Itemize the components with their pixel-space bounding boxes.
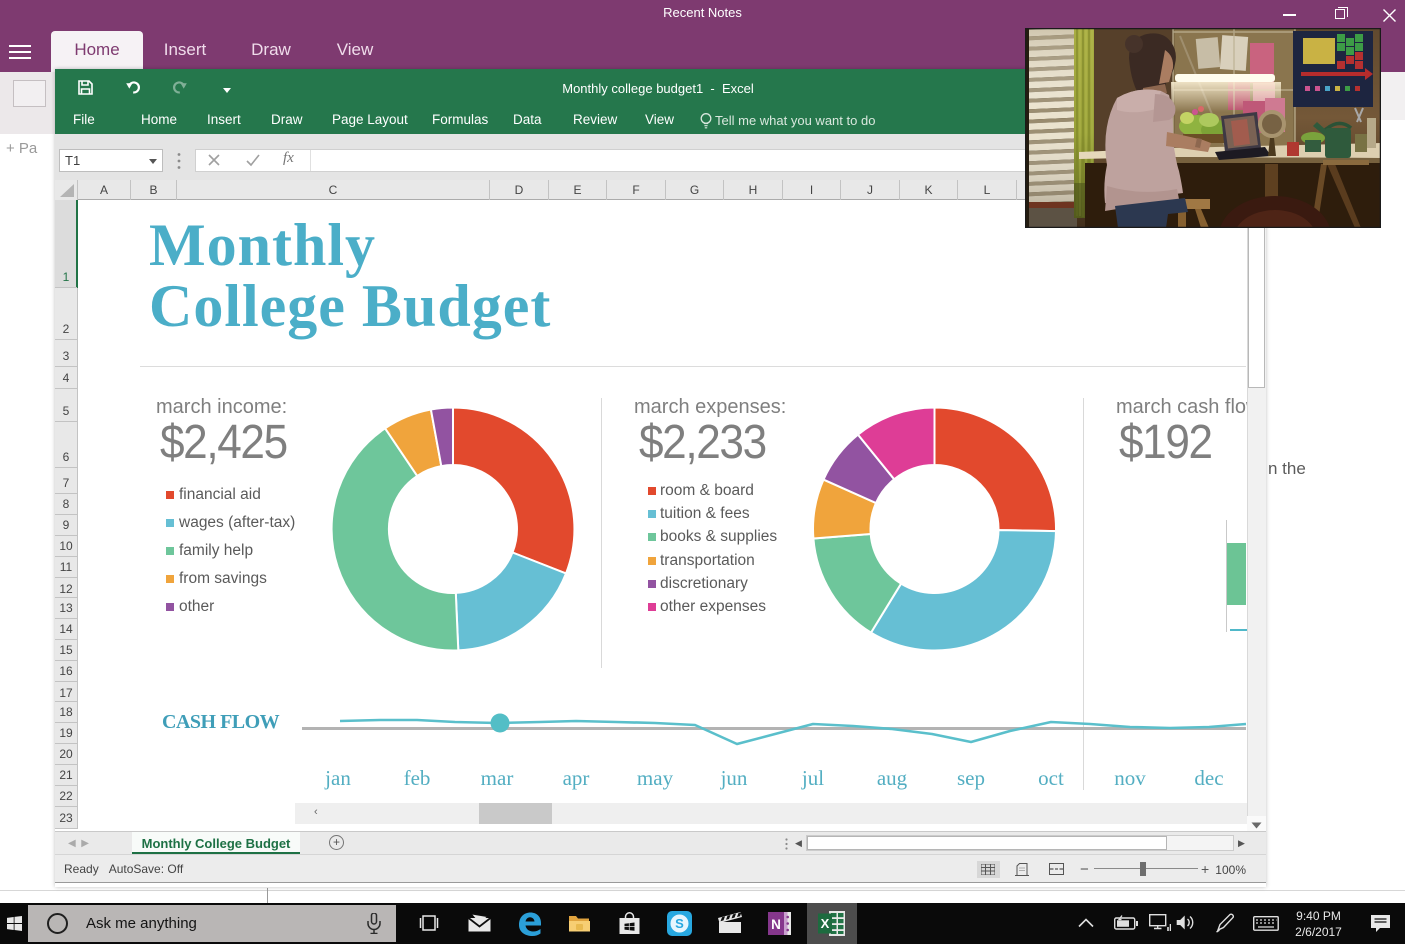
svg-text:S: S [675,916,684,931]
svg-text:N: N [771,917,781,932]
svg-text:X: X [821,916,830,931]
